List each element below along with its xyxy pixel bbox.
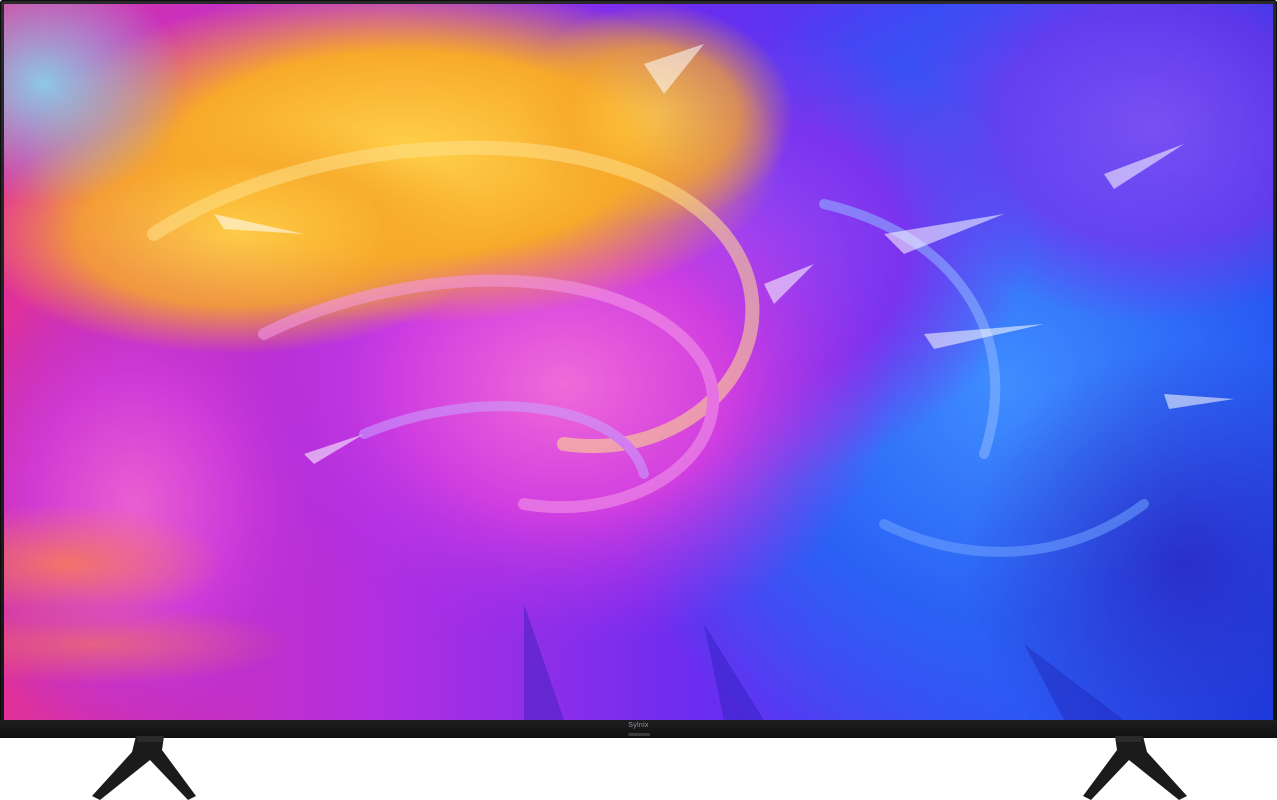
- stand-foot-icon: [1083, 736, 1187, 800]
- stand-foot-icon: [92, 736, 196, 800]
- tv-screen-wallpaper: [4, 4, 1273, 720]
- brand-logo: Sylnix: [628, 722, 649, 729]
- ir-sensor: [627, 733, 650, 736]
- left-stand-foot: [92, 736, 196, 800]
- product-photo: Sylnix: [0, 0, 1277, 800]
- right-stand-foot: [1083, 736, 1187, 800]
- abstract-wallpaper: [4, 4, 1273, 720]
